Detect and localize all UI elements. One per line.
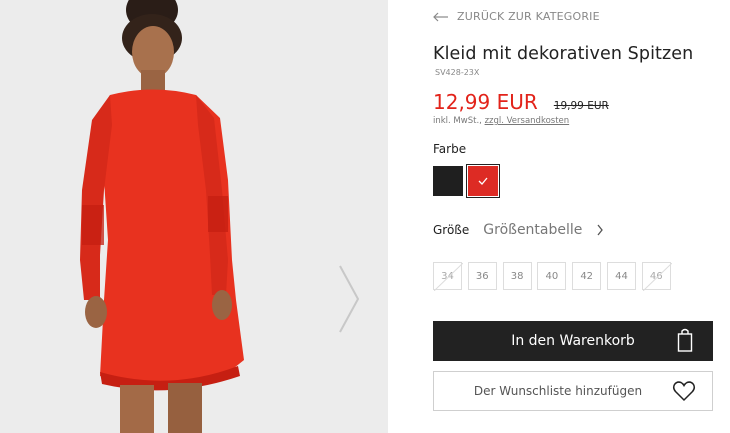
size-value: 44 — [615, 270, 628, 282]
color-swatch-black[interactable] — [433, 166, 463, 196]
chevron-right-icon[interactable] — [334, 262, 364, 336]
product-details: ZURÜCK ZUR KATEGORIE Kleid mit dekorativ… — [433, 0, 715, 433]
color-label: Farbe — [433, 142, 467, 156]
add-to-cart-label: In den Warenkorb — [511, 333, 635, 349]
heart-icon — [672, 381, 696, 402]
size-option-36[interactable]: 36 — [467, 262, 497, 290]
size-label: Größe — [433, 223, 470, 237]
size-value: 36 — [475, 270, 489, 282]
tax-note: inkl. MwSt., — [433, 116, 485, 126]
add-to-wishlist-button[interactable]: Der Wunschliste hinzufügen — [433, 371, 713, 411]
arrow-left-icon — [433, 12, 448, 21]
size-row: Größe Größentabelle — [433, 222, 604, 238]
size-option-44[interactable]: 44 — [606, 262, 636, 290]
size-option-46[interactable]: 46 — [641, 262, 672, 291]
wishlist-label: Der Wunschliste hinzufügen — [473, 384, 643, 398]
product-photo — [0, 0, 388, 433]
shopping-bag-icon — [677, 328, 693, 352]
size-value: 38 — [510, 270, 524, 282]
shipping-costs-link[interactable]: zzgl. Versandkosten — [485, 116, 570, 126]
current-price: 12,99 EUR — [433, 90, 538, 114]
back-to-category-link[interactable]: ZURÜCK ZUR KATEGORIE — [433, 10, 600, 23]
size-value: 40 — [545, 270, 559, 282]
size-table-link[interactable]: Größentabelle — [483, 222, 582, 238]
size-option-40[interactable]: 40 — [537, 262, 567, 290]
size-option-38[interactable]: 38 — [502, 262, 532, 290]
size-option-42[interactable]: 42 — [572, 262, 602, 290]
back-link-label: ZURÜCK ZUR KATEGORIE — [457, 10, 600, 23]
unavailable-strike — [434, 263, 463, 291]
product-sku: SV428-23X — [435, 68, 480, 77]
tax-info: inkl. MwSt., zzgl. Versandkosten — [433, 116, 569, 126]
size-option-34[interactable]: 34 — [433, 262, 463, 291]
unavailable-strike — [642, 263, 672, 291]
product-title: Kleid mit dekorativen Spitzen — [433, 44, 694, 64]
size-options: 34 36 38 40 42 44 46 — [433, 262, 677, 291]
old-price: 19,99 EUR — [553, 100, 609, 112]
color-swatch-red[interactable] — [466, 164, 500, 198]
chevron-right-icon[interactable] — [596, 223, 604, 237]
checkmark-icon — [478, 177, 488, 185]
product-image-panel — [0, 0, 388, 433]
add-to-cart-button[interactable]: In den Warenkorb — [433, 321, 713, 361]
price-row: 12,99 EUR 19,99 EUR — [433, 90, 609, 114]
size-value: 42 — [580, 270, 594, 282]
